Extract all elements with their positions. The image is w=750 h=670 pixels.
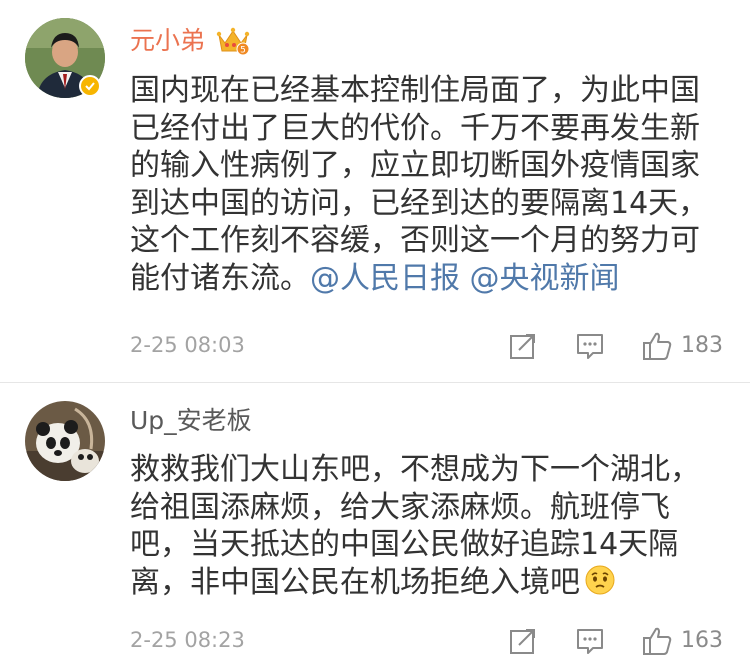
comment-text-line: 这个工作刻不容缓，否则这一个月的努力可: [130, 223, 700, 258]
like-icon[interactable]: [641, 330, 673, 362]
worried-face-emoji: [585, 565, 615, 594]
share-icon[interactable]: [507, 625, 539, 657]
comment-text-line: 吧，当天抵达的中国公民做好追踪14天隔: [130, 527, 679, 562]
comment-time: 2-25 08:03: [130, 333, 245, 357]
avatar[interactable]: [25, 401, 105, 481]
comment-text-line: 的输入性病例了，应立即切断国外疫情国家: [130, 148, 700, 183]
like-icon[interactable]: [641, 625, 673, 657]
mention-link[interactable]: @央视新闻: [470, 261, 620, 296]
comment-text-line: 国内现在已经基本控制住局面了，为此中国: [130, 73, 700, 108]
comment-text-line-last: 能付诸东流。@人民日报 @央视新闻: [130, 260, 730, 298]
comment-text-line-last: 离，非中国公民在机场拒绝入境吧: [130, 564, 730, 602]
verified-badge-icon: [79, 75, 101, 97]
comment-text: 救救我们大山东吧，不想成为下一个湖北， 给祖国添麻烦，给大家添麻烦。航班停飞 吧…: [130, 451, 730, 601]
username[interactable]: Up_安老板: [130, 406, 252, 436]
like-count: 163: [681, 628, 723, 653]
comment-text-line: 到达中国的访问，已经到达的要隔离14天，: [130, 185, 709, 221]
comment-item: 元小弟 5 国内现在已经基本控制住局面了，为此中国 已经付出了巨大的代价。千万不…: [0, 0, 750, 383]
comment-time: 2-25 08:23: [130, 628, 245, 652]
comment-text: 国内现在已经基本控制住局面了，为此中国 已经付出了巨大的代价。千万不要再发生新 …: [130, 72, 730, 297]
comment-text-line: 给祖国添麻烦，给大家添麻烦。航班停飞: [130, 489, 670, 525]
comment-item: Up_安老板 救救我们大山东吧，不想成为下一个湖北， 给祖国添麻烦，给大家添麻烦…: [0, 383, 750, 670]
comment-text-tail: 离，非中国公民在机场拒绝入境吧: [130, 564, 580, 600]
comment-text-line: 救救我们大山东吧，不想成为下一个湖北，: [130, 452, 700, 487]
like-count: 183: [681, 333, 723, 358]
share-icon[interactable]: [507, 330, 539, 362]
reply-icon[interactable]: [574, 330, 606, 362]
vip-crown-icon[interactable]: 5: [216, 25, 250, 57]
comment-text-tail: 能付诸东流。: [130, 260, 310, 296]
mention-link[interactable]: @人民日报: [310, 261, 460, 296]
username[interactable]: 元小弟: [130, 26, 205, 56]
reply-icon[interactable]: [574, 625, 606, 657]
svg-text:5: 5: [240, 46, 246, 56]
comment-text-line: 已经付出了巨大的代价。千万不要再发生新: [130, 110, 700, 146]
